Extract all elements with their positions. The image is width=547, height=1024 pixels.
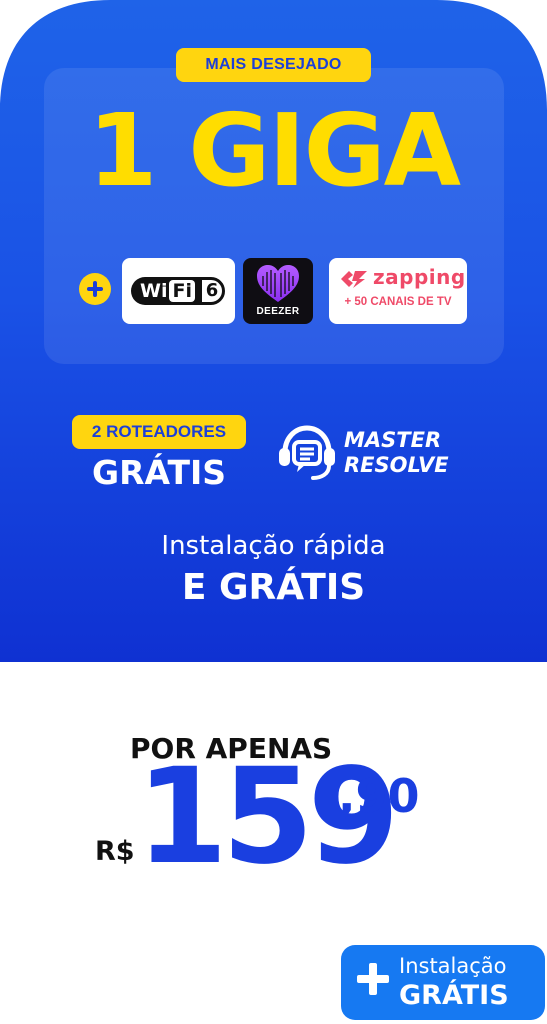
wifi-label: Wi [140,280,168,302]
plus-icon [79,273,111,305]
deezer-logo-badge: DEEZER [243,258,313,324]
master-resolve-line2: RESOLVE [344,453,449,477]
wifi-fi-label: Fi [169,280,195,302]
routers-badge: 2 ROTEADORES [72,415,246,449]
plan-speed-title: 1 GIGA [87,92,461,209]
master-resolve-line1: MASTER [344,428,442,452]
deezer-heart-icon [257,265,299,302]
wifi6-logo: Wi Fi 6 [131,277,225,305]
wifi6-logo-badge: Wi Fi 6 [122,258,235,324]
installation-free-text: E GRÁTIS [181,567,366,608]
free-installation-button[interactable]: Instalação GRÁTIS [341,945,545,1020]
zapping-channels: + 50 CANAIS DE TV [344,296,452,308]
headset-support-icon [279,425,335,480]
most-wanted-badge: MAIS DESEJADO [176,48,371,82]
cta-line1: Instalação [399,954,507,978]
zapping-icon [341,271,367,288]
zapping-logo-badge: zapping + 50 CANAIS DE TV [329,258,467,324]
wifi-version: 6 [198,277,225,305]
cta-line2: GRÁTIS [399,980,509,1011]
deezer-label: DEEZER [256,306,300,317]
plus-icon [357,963,389,995]
installation-text: Instalação rápida [161,531,386,561]
routers-free-label: GRÁTIS [91,453,227,492]
master-resolve-label: MASTER RESOLVE [344,428,449,478]
price-currency: R$ [95,836,135,867]
zapping-name: zapping [373,265,466,289]
offer-card: MAIS DESEJADO 1 GIGA Wi Fi 6 DEEZER zapp… [0,0,547,662]
price-decimal: ,90 [338,769,420,823]
